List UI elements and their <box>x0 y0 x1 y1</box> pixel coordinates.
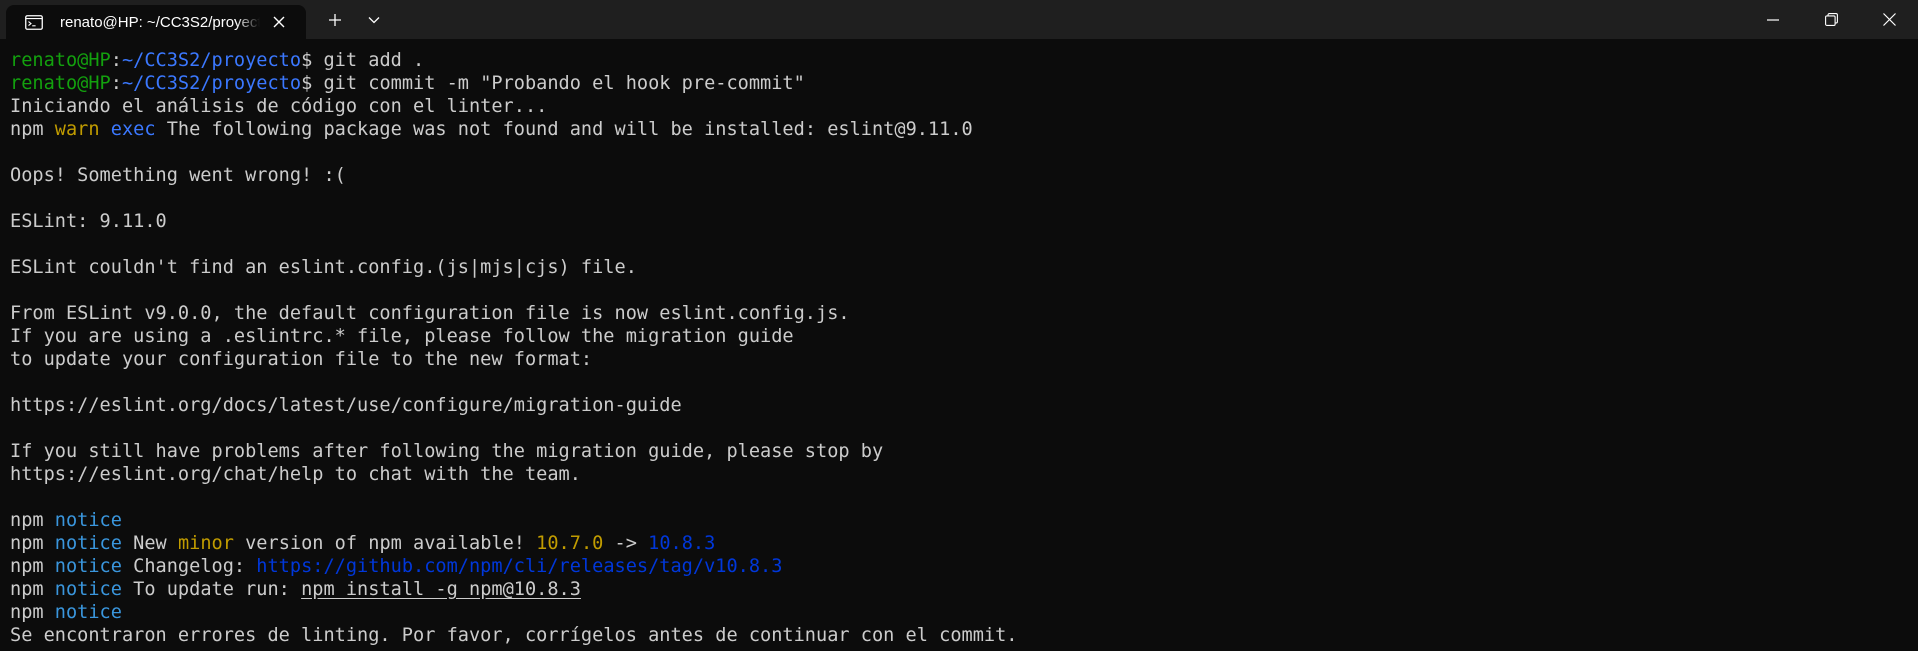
terminal-text: ~/CC3S2/proyecto <box>121 73 302 94</box>
minimize-icon <box>1767 18 1779 21</box>
terminal-text: Se encontraron errores de linting. Por f… <box>10 625 1018 646</box>
terminal-text: npm <box>10 510 55 531</box>
terminal-text: ~/CC3S2/proyecto <box>121 50 302 71</box>
terminal-line: If you are using a .eslintrc.* file, ple… <box>10 325 1908 348</box>
terminal-line: npm warn exec The following package was … <box>10 118 1908 141</box>
terminal-text: If you still have problems after followi… <box>10 441 884 462</box>
terminal-text: npm <box>10 533 55 554</box>
terminal-line: ESLint couldn't find an eslint.config.(j… <box>10 256 1908 279</box>
terminal-text: renato@HP <box>10 73 111 94</box>
terminal-text: Changelog: <box>121 556 257 577</box>
terminal-text: To update run: <box>121 579 302 600</box>
plus-icon <box>328 13 342 27</box>
terminal-text: npm install -g npm@10.8.3 <box>301 579 581 600</box>
terminal-line: Se encontraron errores de linting. Por f… <box>10 624 1908 647</box>
terminal-line: https://eslint.org/docs/latest/use/confi… <box>10 394 1908 417</box>
terminal-text: minor <box>177 533 234 554</box>
terminal-text: $ git commit -m "Probando el hook pre-co… <box>301 73 805 94</box>
terminal-line: renato@HP:~/CC3S2/proyecto$ git add . <box>10 49 1908 72</box>
terminal-text: The following package was not found and … <box>155 119 973 140</box>
close-tab-icon[interactable] <box>266 9 292 35</box>
terminal-text: renato@HP <box>10 50 111 71</box>
terminal-line: ESLint: 9.11.0 <box>10 210 1908 233</box>
terminal-text: npm <box>10 602 55 623</box>
terminal-line: npm notice New minor version of npm avai… <box>10 532 1908 555</box>
terminal-text: Iniciando el análisis de código con el l… <box>10 96 548 117</box>
terminal-line: If you still have problems after followi… <box>10 440 1908 463</box>
terminal-text: https://eslint.org/chat/help to chat wit… <box>10 464 581 485</box>
terminal-text: npm <box>10 579 55 600</box>
terminal-line: npm notice To update run: npm install -g… <box>10 578 1908 601</box>
terminal-line: From ESLint v9.0.0, the default configur… <box>10 302 1908 325</box>
terminal-output[interactable]: renato@HP:~/CC3S2/proyecto$ git add . ren… <box>0 39 1918 651</box>
terminal-text: exec <box>110 119 156 140</box>
terminal-line: Iniciando el análisis de código con el l… <box>10 95 1908 118</box>
terminal-line: https://eslint.org/chat/help to chat wit… <box>10 463 1908 486</box>
terminal-line: npm notice <box>10 601 1908 624</box>
terminal-text: to update your configuration file to the… <box>10 349 593 370</box>
terminal-line: Oops! Something went wrong! :( <box>10 164 1908 187</box>
new-tab-button[interactable] <box>314 0 356 39</box>
terminal-line: renato@HP:~/CC3S2/proyecto$ git commit -… <box>10 72 1908 95</box>
terminal-text: 10.7.0 <box>536 533 604 554</box>
close-window-button[interactable] <box>1860 0 1918 39</box>
terminal-text: If you are using a .eslintrc.* file, ple… <box>10 326 794 347</box>
window-controls <box>1744 0 1918 39</box>
terminal-text: $ git add . <box>301 50 425 71</box>
terminal-line: to update your configuration file to the… <box>10 348 1908 371</box>
terminal-text: warn <box>54 119 100 140</box>
terminal-text: New <box>121 533 178 554</box>
restore-icon <box>1824 13 1838 26</box>
terminal-text: : <box>110 73 122 94</box>
tab-dropdown-button[interactable] <box>356 0 392 39</box>
terminal-text: notice <box>54 602 122 623</box>
tab-title: renato@HP: ~/CC3S2/proyecto <box>60 13 260 31</box>
terminal-text: 10.8.3 <box>648 533 716 554</box>
terminal-text: https://github.com/npm/cli/releases/tag/… <box>256 556 783 577</box>
terminal-text: Oops! Something went wrong! :( <box>10 165 346 186</box>
terminal-line: npm notice <box>10 509 1908 532</box>
terminal-text: notice <box>54 533 122 554</box>
terminal-line: npm notice Changelog: https://github.com… <box>10 555 1908 578</box>
terminal-text: notice <box>54 556 122 577</box>
terminal-text: From ESLint v9.0.0, the default configur… <box>10 303 850 324</box>
chevron-down-icon <box>368 16 380 24</box>
terminal-text: -> <box>603 533 649 554</box>
minimize-button[interactable] <box>1744 0 1802 39</box>
terminal-text: : <box>110 50 122 71</box>
terminal-text: ESLint couldn't find an eslint.config.(j… <box>10 257 637 278</box>
terminal-text: notice <box>54 510 122 531</box>
terminal-text: npm <box>10 119 55 140</box>
terminal-window: renato@HP: ~/CC3S2/proyecto renato@HP:~/… <box>0 0 1918 651</box>
terminal-text: https://eslint.org/docs/latest/use/confi… <box>10 395 682 416</box>
terminal-text: ESLint: 9.11.0 <box>10 211 167 232</box>
restore-button[interactable] <box>1802 0 1860 39</box>
terminal-icon <box>24 14 44 30</box>
terminal-text: version of npm available! <box>233 533 537 554</box>
terminal-tab[interactable]: renato@HP: ~/CC3S2/proyecto <box>6 5 306 39</box>
close-icon <box>1882 13 1896 26</box>
terminal-text: npm <box>10 556 55 577</box>
terminal-text: notice <box>54 579 122 600</box>
title-bar: renato@HP: ~/CC3S2/proyecto <box>0 0 1918 39</box>
